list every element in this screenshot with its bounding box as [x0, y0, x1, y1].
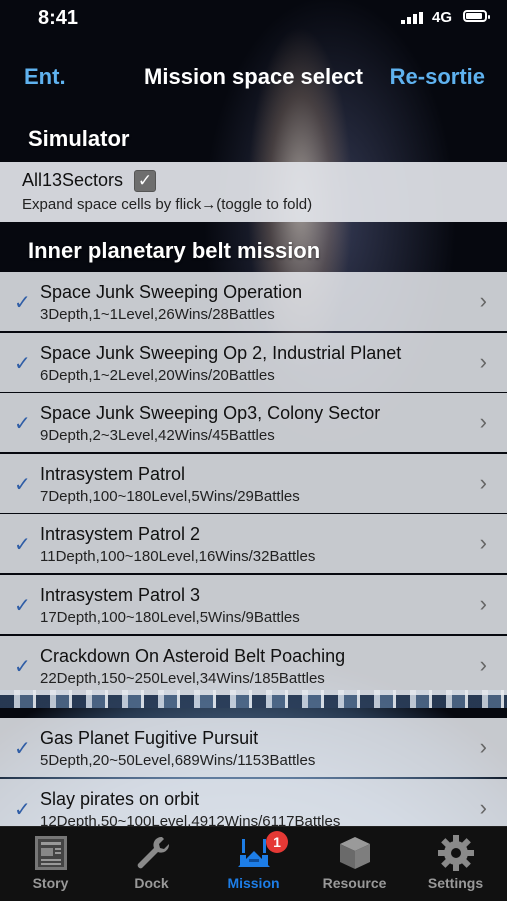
mission-title: Intrasystem Patrol [40, 463, 186, 484]
simulator-cell[interactable]: All13Sectors ✓ Expand space cells by fli… [0, 162, 507, 222]
chevron-right-icon: › [479, 288, 487, 313]
mission-title: Intrasystem Patrol 3 [40, 584, 201, 605]
re-sortie-button[interactable]: Re-sortie [390, 64, 485, 90]
chevron-right-icon: › [479, 469, 487, 495]
chevron-right-icon: › [479, 734, 487, 760]
chevron-right-icon: › [479, 530, 487, 556]
mission-row[interactable]: ✓ Intrasystem Patrol 3 17Depth,100~180Le… [0, 574, 507, 634]
mission-stats: 9Depth,2~3Level,42Wins/45Battles [40, 427, 275, 445]
mission-row[interactable]: ✓ Gas Planet Fugitive Pursuit 5Depth,20~… [0, 718, 507, 778]
mission-notification-badge: 1 [266, 831, 288, 853]
mission-row[interactable]: ✓ Space Junk Sweeping Op3, Colony Sector… [0, 393, 507, 453]
completed-check-icon: ✓ [14, 655, 31, 678]
story-icon [34, 836, 67, 870]
tab-settings-label: Settings [427, 875, 484, 891]
completed-check-icon: ✓ [14, 413, 31, 436]
wrench-icon [137, 836, 169, 869]
completed-check-icon: ✓ [14, 292, 31, 314]
chevron-right-icon: › [479, 409, 487, 435]
mission-stats: 17Depth,100~180Level,5Wins/9Battles [40, 608, 300, 626]
completed-check-icon: ✓ [14, 352, 31, 375]
simulator-hint: Expand space cells by flick→(toggle to f… [22, 196, 313, 213]
mission-stats: 22Depth,150~250Level,34Wins/185Battles [40, 669, 325, 687]
all-sectors-label: All13Sectors [22, 170, 124, 190]
mission-title: Slay pirates on orbit [40, 788, 200, 809]
mission-list: ✓ Space Junk Sweeping Operation 3Depth,1… [0, 272, 507, 839]
tab-resource-label: Resource [322, 875, 387, 891]
mission-row[interactable]: ✓ Space Junk Sweeping Op 2, Industrial P… [0, 332, 507, 392]
cube-icon [339, 837, 370, 869]
mission-row[interactable]: ✓ Crackdown On Asteroid Belt Poaching 22… [0, 635, 507, 695]
cellular-signal-icon [401, 12, 423, 24]
status-time: 8:41 [38, 7, 79, 29]
gear-icon [437, 835, 474, 871]
inner-belt-header-label: Inner planetary belt mission [28, 238, 321, 263]
completed-check-icon: ✓ [14, 473, 31, 496]
tab-settings[interactable]: Settings [405, 827, 506, 901]
tab-story[interactable]: Story [0, 827, 101, 901]
mission-row[interactable]: ✓ Intrasystem Patrol 2 11Depth,100~180Le… [0, 514, 507, 574]
inner-belt-header: Inner planetary belt mission [0, 216, 507, 272]
mission-stats: 6Depth,1~2Level,20Wins/20Battles [40, 366, 275, 384]
tab-story-label: Story [32, 875, 69, 891]
battery-icon [463, 10, 490, 22]
mission-stats: 11Depth,100~180Level,16Wins/32Battles [40, 548, 316, 566]
tab-resource[interactable]: Resource [304, 827, 405, 901]
mission-row[interactable]: ✓ Space Junk Sweeping Operation 3Depth,1… [0, 272, 507, 331]
chevron-right-icon: › [479, 590, 487, 616]
tab-mission-label: Mission [227, 875, 280, 891]
simulator-header: Simulator [0, 104, 507, 160]
mission-title: Intrasystem Patrol 2 [40, 524, 201, 545]
tab-bar: Story Dock 1 Mission Resource Settings [0, 826, 507, 901]
network-type: 4G [432, 9, 453, 26]
mission-stats: 3Depth,1~1Level,26Wins/28Battles [40, 306, 275, 323]
mission-row[interactable]: ✓ Intrasystem Patrol 7Depth,100~180Level… [0, 453, 507, 513]
all-sectors-checkbox[interactable]: ✓ [134, 170, 156, 192]
mission-title: Gas Planet Fugitive Pursuit [40, 728, 259, 749]
mission-title: Crackdown On Asteroid Belt Poaching [40, 645, 346, 666]
chevron-right-icon: › [479, 651, 487, 677]
nav-bar: Ent. Mission space select Re-sortie [0, 52, 507, 102]
mission-stats: 5Depth,20~50Level,689Wins/1153Battles [40, 752, 316, 770]
completed-check-icon: ✓ [14, 594, 31, 617]
tab-dock-label: Dock [134, 875, 169, 891]
chevron-right-icon: › [479, 348, 487, 374]
completed-check-icon: ✓ [14, 534, 31, 557]
completed-check-icon: ✓ [14, 798, 31, 821]
mission-stats: 7Depth,100~180Level,5Wins/29Battles [40, 487, 300, 505]
simulator-header-label: Simulator [28, 126, 130, 151]
status-bar: 8:41 4G [0, 0, 507, 36]
tab-dock[interactable]: Dock [101, 827, 202, 901]
tab-mission[interactable]: 1 Mission [203, 827, 304, 901]
mission-title: Space Junk Sweeping Op3, Colony Sector [40, 403, 381, 424]
mission-title: Space Junk Sweeping Operation [40, 282, 303, 302]
mission-title: Space Junk Sweeping Op 2, Industrial Pla… [40, 342, 402, 363]
completed-check-icon: ✓ [14, 738, 31, 761]
chevron-right-icon: › [479, 794, 487, 820]
ent-button[interactable]: Ent. [24, 64, 66, 90]
